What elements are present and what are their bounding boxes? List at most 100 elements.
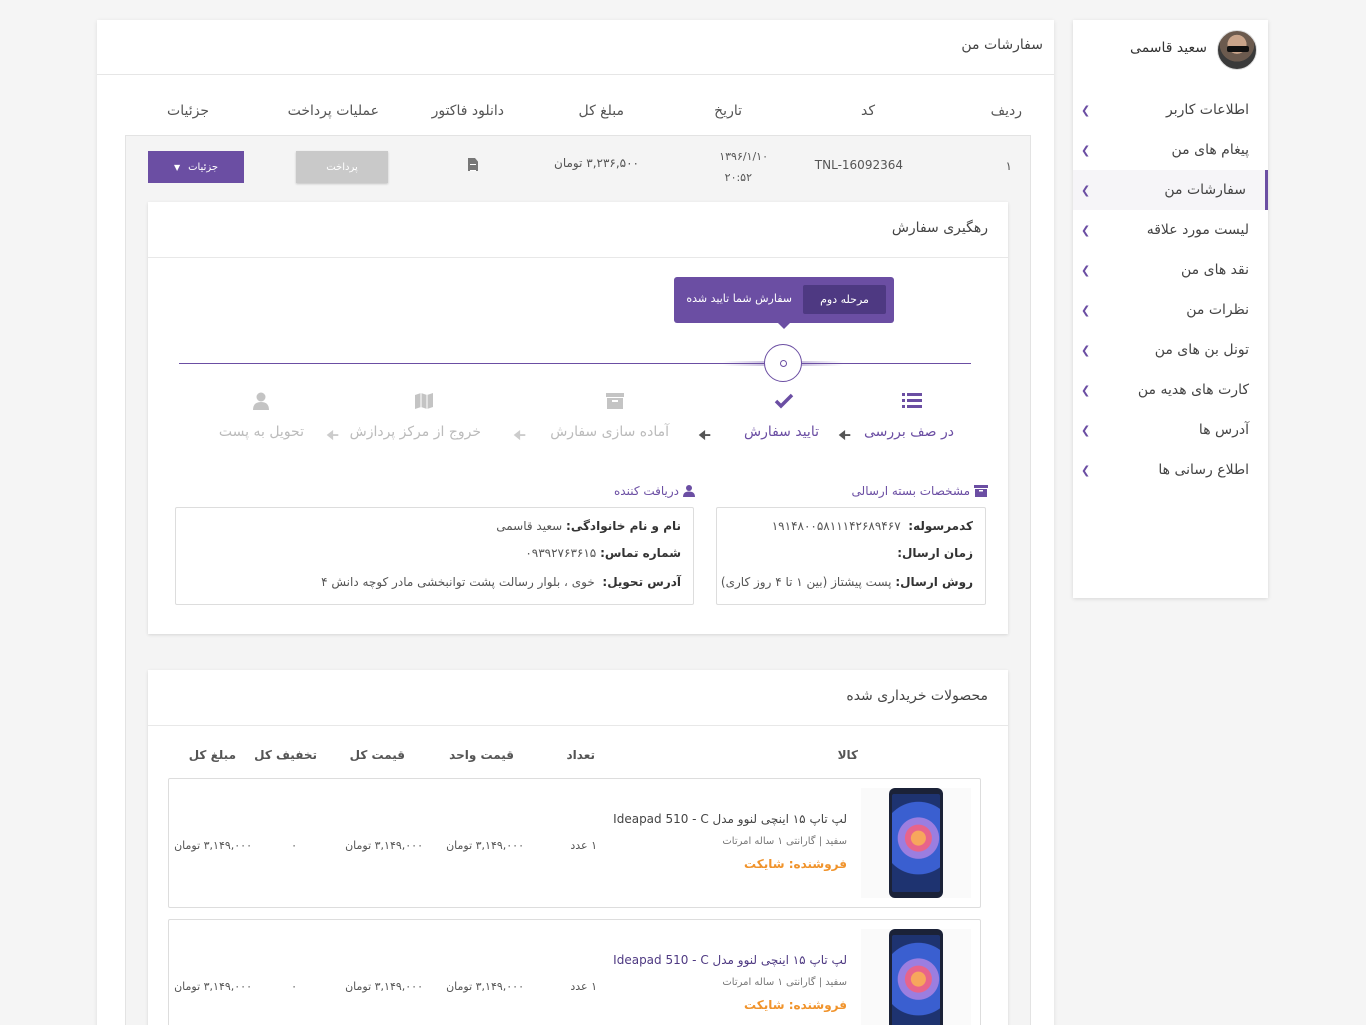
sidebar-item-user-info[interactable]: ❮ اطلاعات کاربر [1073,90,1268,130]
sidebar-item-label: نقد های من [1181,262,1249,278]
chevron-left-icon: ❮ [1081,143,1091,157]
step-label-confirmed: تایید سفارش [743,424,819,440]
sidebar-item-label: اطلاع رسانی ها [1158,462,1249,478]
arrow-left-icon: 🠈 [838,428,852,444]
chevron-left-icon: ❮ [1081,263,1091,277]
product-name[interactable]: Ideapad 510 - C لپ تاپ ۱۵ اینچی لنوو مدل [613,953,847,967]
receiver-heading: دریافت کننده [614,484,695,498]
stage-badge: مرحله دوم [803,285,886,314]
receiver-address: خوی ، بلوار رسالت پشت توانبخشی مادر کوچه… [321,575,595,589]
invoice-download-icon[interactable] [468,158,478,171]
sidebar-item-label: تونل بن های من [1154,342,1249,358]
sidebar-item-orders[interactable]: ❮ سفارشات من [1073,170,1268,210]
receiver-phone: ۰۹۳۹۲۷۶۳۶۱۵ [525,546,597,560]
step-label-to-post: تحویل به پست [218,424,304,440]
product-discount: ۰ [291,980,297,993]
receiver-name-row: نام و نام خانوادگی: سعید قاسمی [496,519,681,533]
order-tracking-panel: رهگیری سفارش مرحله دوم سفارش شما تایید ش… [148,202,1008,634]
sidebar-item-label: سفارشات من [1164,182,1246,198]
products-title: محصولات خریداری شده [846,688,988,704]
pay-button[interactable]: پرداخت [296,151,388,183]
sidebar-item-comments[interactable]: ❮ نظرات من [1073,290,1268,330]
receiver-name: سعید قاسمی [496,519,563,533]
send-time-row: زمان ارسال: [897,546,973,560]
col-header-qty: تعداد [566,748,595,762]
sidebar-item-messages[interactable]: ❮ پیغام های من [1073,130,1268,170]
product-row: Ideapad 510 - C لپ تاپ ۱۵ اینچی لنوو مدل… [168,919,981,1025]
product-price: ۳,۱۴۹,۰۰۰ تومان [345,980,423,993]
send-method-label: روش ارسال: [895,575,973,589]
page-title: سفارشات من [961,37,1043,53]
col-header-total: مبلغ کل [578,103,624,119]
chevron-left-icon: ❮ [1081,303,1091,317]
order-total: ۳,۲۳۶,۵۰۰ تومان [554,156,639,170]
product-unit-price: ۳,۱۴۹,۰۰۰ تومان [446,980,524,993]
send-method: پست پیشتاز (بین ۱ تا ۴ روز کاری) [720,575,892,589]
stage-tooltip: مرحله دوم سفارش شما تایید شده [674,277,894,329]
package-info-box: کدمرسوله: ۱۹۱۴۸۰۰۵۸۱۱۱۴۲۶۸۹۴۶۷ زمان ارسا… [716,507,986,605]
sidebar-item-label: پیغام های من [1171,142,1249,158]
sidebar-item-vouchers[interactable]: ❮ تونل بن های من [1073,330,1268,370]
col-header-row: ردیف [990,103,1022,119]
progress-track [179,363,971,364]
order-row: ۱ TNL-16092364 ۱۳۹۶/۱/۱۰ ۲۰:۵۲ ۳,۲۳۶,۵۰۰… [125,135,1031,1025]
user-name: سعید قاسمی [1130,40,1207,56]
product-image[interactable] [861,788,971,898]
tracking-code-label: کدمرسوله: [908,519,973,533]
divider [148,725,1008,726]
receiver-info-box: نام و نام خانوادگی: سعید قاسمی شماره تما… [175,507,694,605]
col-header-payment: عملیات پرداخت [287,103,379,119]
receiver-name-label: نام و نام خانوادگی: [566,519,681,533]
avatar[interactable] [1217,30,1257,70]
product-price: ۳,۱۴۹,۰۰۰ تومان [345,839,423,852]
col-header-invoice: دانلود فاکتور [431,103,504,119]
sidebar-item-notifications[interactable]: ❮ اطلاع رسانی ها [1073,450,1268,490]
chevron-down-icon: ▼ [173,162,181,172]
col-header-price: قیمت کل [349,748,405,762]
sidebar-item-addresses[interactable]: ❮ آدرس ها [1073,410,1268,450]
check-icon [774,393,794,409]
account-sidebar: سعید قاسمی ❮ اطلاعات کاربر ❮ پیغام های من … [1073,20,1268,598]
sidebar-item-label: کارت های هدیه من [1137,382,1249,398]
sidebar-item-wishlist[interactable]: ❮ لیست مورد علاقه [1073,210,1268,250]
progress-marker[interactable] [764,344,802,382]
product-seller: فروشنده: شایکت [744,998,847,1012]
chevron-left-icon: ❮ [1081,463,1091,477]
map-icon [415,393,433,409]
archive-box-icon [606,393,624,409]
receiver-title: دریافت کننده [613,484,679,498]
product-image[interactable] [861,929,971,1025]
user-icon [253,392,269,410]
tracking-code: ۱۹۱۴۸۰۰۵۸۱۱۱۴۲۶۸۹۴۶۷ [771,519,901,533]
order-code: TNL-16092364 [814,158,903,172]
chevron-left-icon: ❮ [1081,383,1091,397]
step-label-left-center: خروج از مرکز پردازش [349,424,481,440]
product-seller: فروشنده: شایکت [744,857,847,871]
package-info-heading: مشخصات بسته ارسالی [852,484,988,498]
order-row-number: ۱ [1005,159,1012,173]
sidebar-item-label: نظرات من [1186,302,1249,318]
receiver-address-row: آدرس تحویل: خوی ، بلوار رسالت پشت توانبخ… [321,575,681,589]
sidebar-item-reviews[interactable]: ❮ نقد های من [1073,250,1268,290]
archive-box-icon [974,485,988,497]
col-header-date: تاریخ [714,103,742,119]
col-header-code: کد [860,103,875,119]
chevron-left-icon: ❮ [1081,103,1091,117]
user-card: سعید قاسمی [1073,20,1268,80]
orders-panel: سفارشات من ردیف کد تاریخ مبلغ کل دانلود … [97,20,1054,1025]
sidebar-item-gift-cards[interactable]: ❮ کارت های هدیه من [1073,370,1268,410]
send-time-label: زمان ارسال: [897,546,973,560]
col-header-unit-price: قیمت واحد [449,748,514,762]
receiver-address-label: آدرس تحویل: [602,575,681,589]
chevron-left-icon: ❮ [1081,343,1091,357]
user-icon [683,485,695,497]
purchased-products-panel: محصولات خریداری شده کالا تعداد قیمت واحد… [148,670,1008,1025]
details-label: جزئیات [188,161,219,173]
arrow-left-icon: 🠈 [513,428,527,444]
chevron-left-icon: ❮ [1081,423,1091,437]
col-header-discount: تخفیف کل [254,748,317,762]
send-method-row: روش ارسال: پست پیشتاز (بین ۱ تا ۴ روز کا… [721,575,973,589]
chevron-left-icon: ❮ [1081,183,1091,197]
product-name[interactable]: Ideapad 510 - C لپ تاپ ۱۵ اینچی لنوو مدل [613,812,847,826]
details-button[interactable]: جزئیات ▼ [148,151,244,183]
